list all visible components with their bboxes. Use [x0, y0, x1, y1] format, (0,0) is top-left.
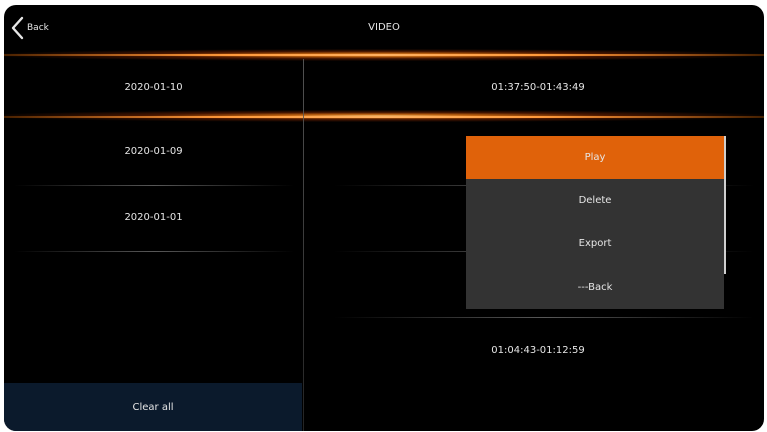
header-bar: VIDEO Back: [4, 5, 764, 51]
back-label: Back: [27, 23, 49, 33]
date-label: 2020-01-10: [124, 81, 183, 93]
menu-scrollbar[interactable]: [724, 136, 726, 274]
date-item-2020-01-09[interactable]: 2020-01-09: [4, 119, 303, 183]
video-screen: VIDEO Back 2020-01-10 2020-01-09 2020-01…: [4, 5, 764, 431]
clip-time-range: 01:37:50-01:43:49: [491, 81, 585, 93]
menu-item-back[interactable]: ---Back: [466, 266, 724, 309]
clip-item[interactable]: 01:04:43-01:12:59: [312, 318, 764, 382]
clip-context-menu: Play Delete Export ---Back: [466, 136, 724, 309]
chevron-left-icon: [10, 16, 24, 40]
menu-item-play[interactable]: Play: [466, 136, 724, 179]
date-label: 2020-01-09: [124, 145, 183, 157]
row-separator: [14, 251, 294, 252]
date-item-2020-01-01[interactable]: 2020-01-01: [4, 185, 303, 249]
column-divider: [303, 59, 304, 431]
page-title: VIDEO: [368, 22, 400, 33]
menu-item-delete[interactable]: Delete: [466, 179, 724, 222]
clip-time-range: 01:04:43-01:12:59: [491, 344, 585, 356]
clip-item-selected[interactable]: 01:37:50-01:43:49: [312, 55, 764, 119]
clear-all-button[interactable]: Clear all: [4, 383, 302, 431]
back-button[interactable]: Back: [10, 14, 55, 42]
date-item-2020-01-10[interactable]: 2020-01-10: [4, 55, 303, 119]
date-label: 2020-01-01: [124, 211, 183, 223]
menu-item-export[interactable]: Export: [466, 222, 724, 265]
